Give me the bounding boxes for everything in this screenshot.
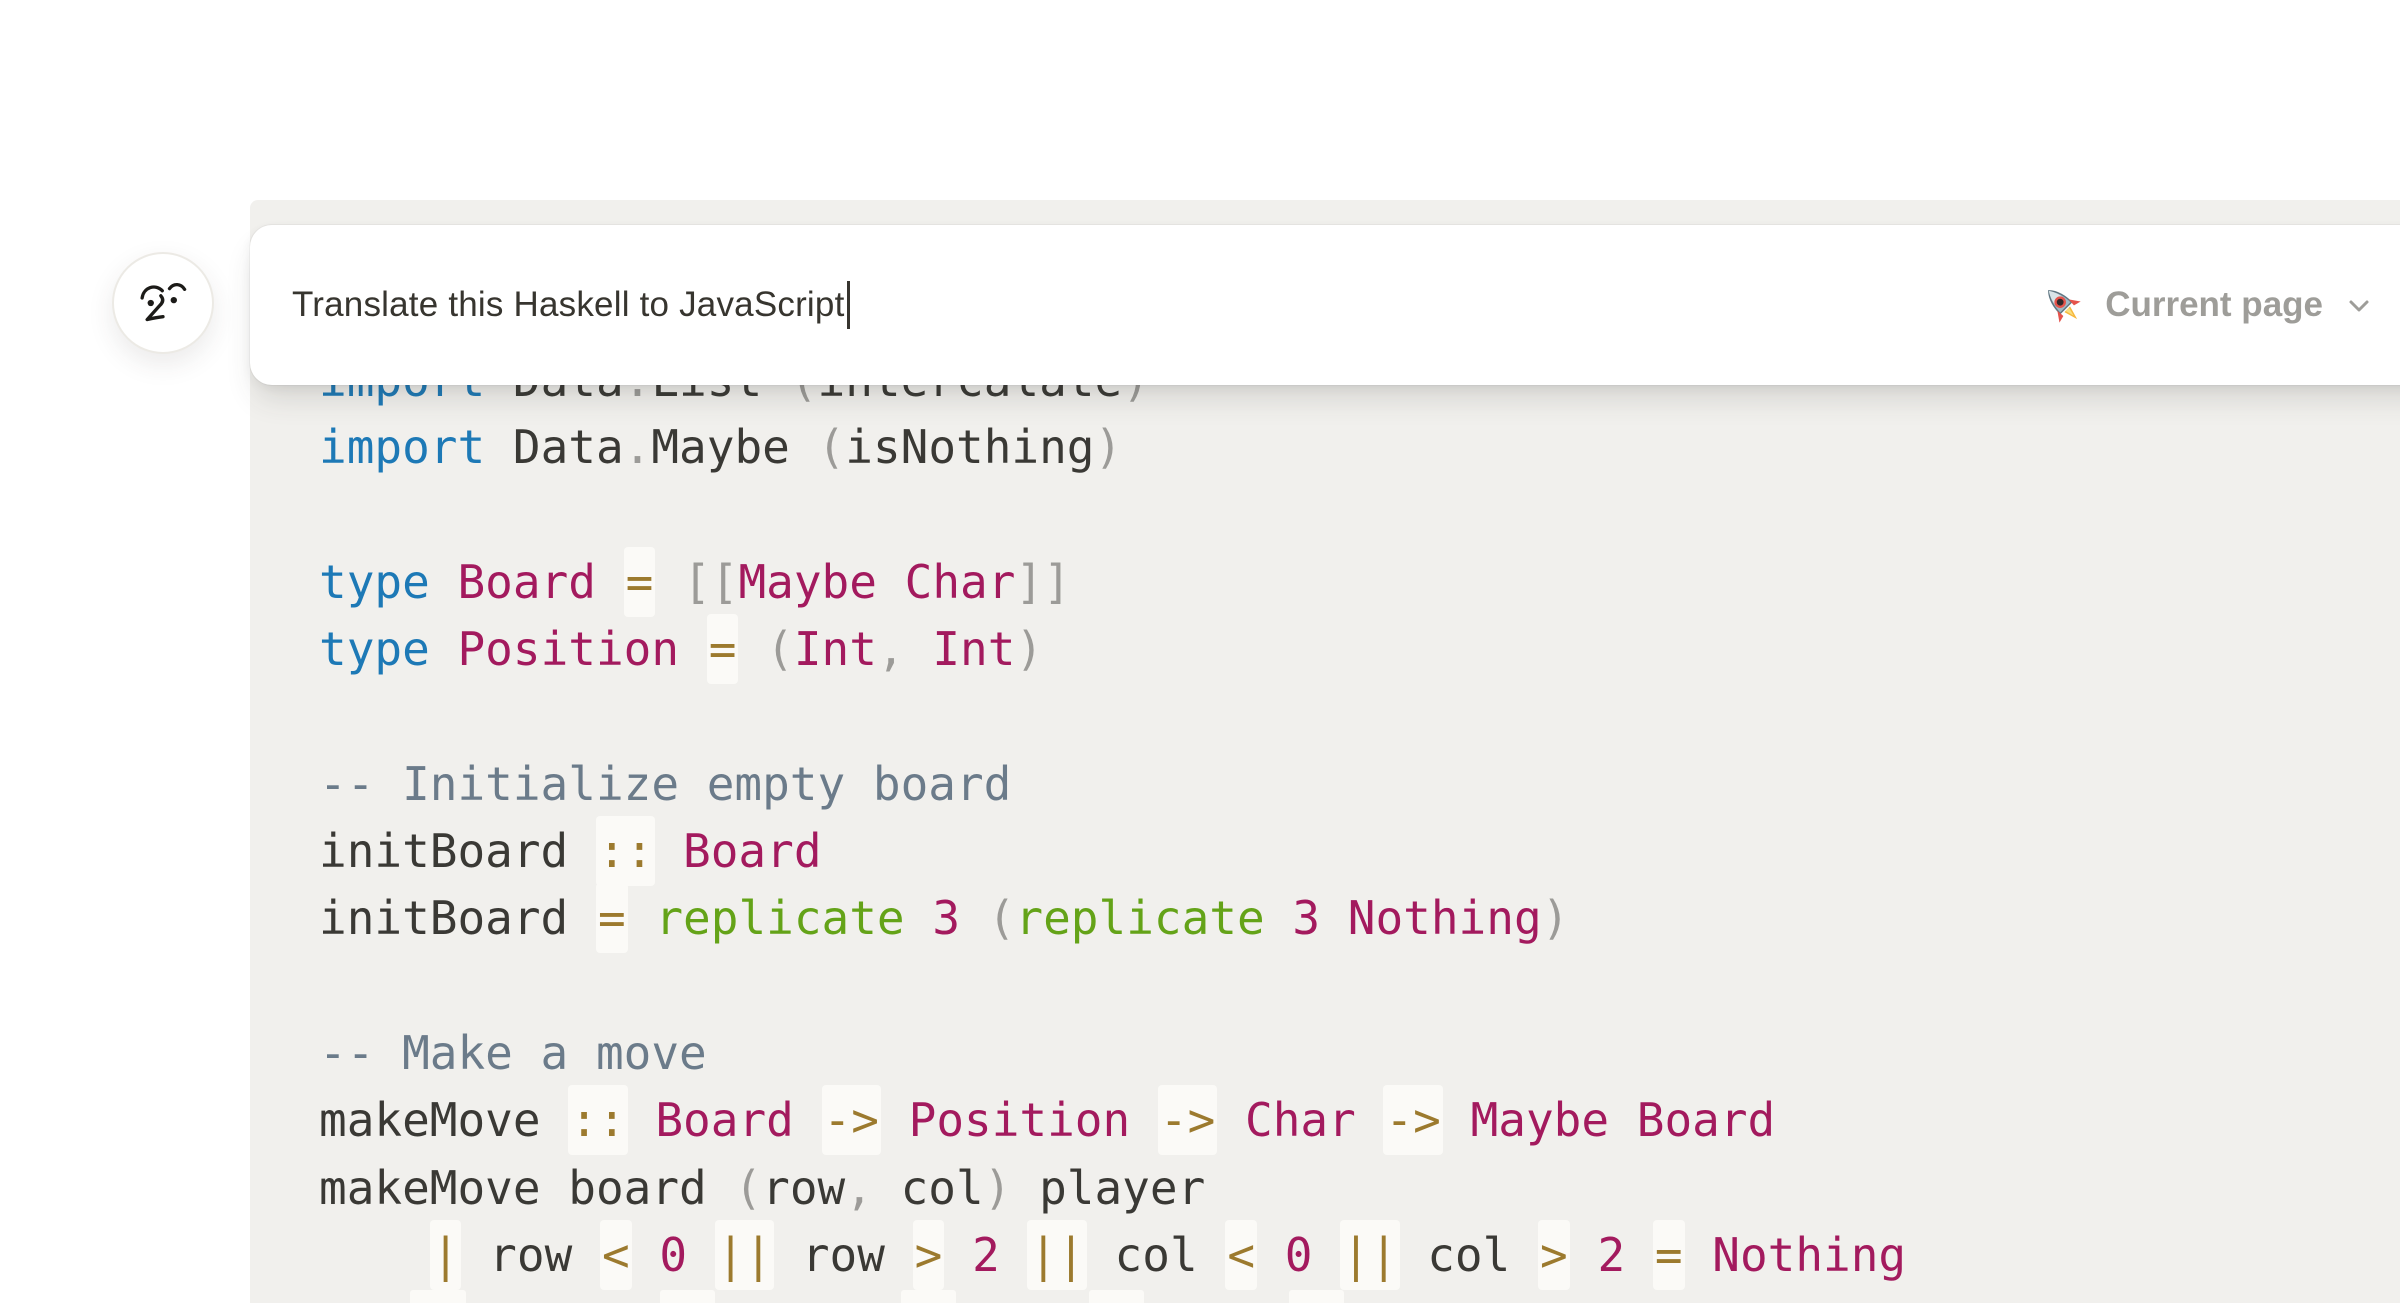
code-line: import Data.Maybe (isNothing) — [319, 414, 1906, 481]
code-line: makeMove board (row, col) player — [319, 1155, 1906, 1222]
clipped-code-line-fragment — [660, 1290, 715, 1303]
code-line: makeMove :: Board -> Position -> Char ->… — [319, 1087, 1906, 1154]
context-scope-selector[interactable]: Current page — [2039, 225, 2375, 385]
code-line: initBoard :: Board — [319, 818, 1906, 885]
code-line: -- Make a move — [319, 1020, 1906, 1087]
clipped-code-line-fragment — [1289, 1290, 1344, 1303]
prompt-input-value: Translate this Haskell to JavaScript — [292, 285, 845, 325]
context-scope-label: Current page — [2105, 285, 2323, 325]
rocket-emoji-icon — [2039, 281, 2087, 329]
code-line — [319, 953, 1906, 1020]
code-line — [319, 683, 1906, 750]
code-line: type Board = [[Maybe Char]] — [319, 549, 1906, 616]
text-caret — [847, 281, 850, 329]
ai-face-icon — [127, 267, 199, 339]
code-block: import Data.List (intercalate)import Dat… — [319, 347, 1906, 1289]
chevron-down-icon — [2343, 289, 2375, 321]
page: { "colors": { "page_bg": "#ffffff", "cod… — [0, 0, 2400, 1303]
code-line: -- Initialize empty board — [319, 751, 1906, 818]
ai-assistant-avatar — [112, 252, 214, 354]
ai-prompt-bar: Translate this Haskell to JavaScript Cur… — [250, 225, 2400, 385]
clipped-code-line-fragment — [410, 1290, 465, 1303]
clipped-code-line-fragment — [901, 1290, 956, 1303]
code-line: | row < 0 || row > 2 || col < 0 || col >… — [319, 1222, 1906, 1289]
code-line: initBoard = replicate 3 (replicate 3 Not… — [319, 885, 1906, 952]
code-line — [319, 482, 1906, 549]
code-line: type Position = (Int, Int) — [319, 616, 1906, 683]
prompt-input[interactable]: Translate this Haskell to JavaScript — [292, 225, 850, 385]
clipped-code-line-fragment — [1089, 1290, 1144, 1303]
